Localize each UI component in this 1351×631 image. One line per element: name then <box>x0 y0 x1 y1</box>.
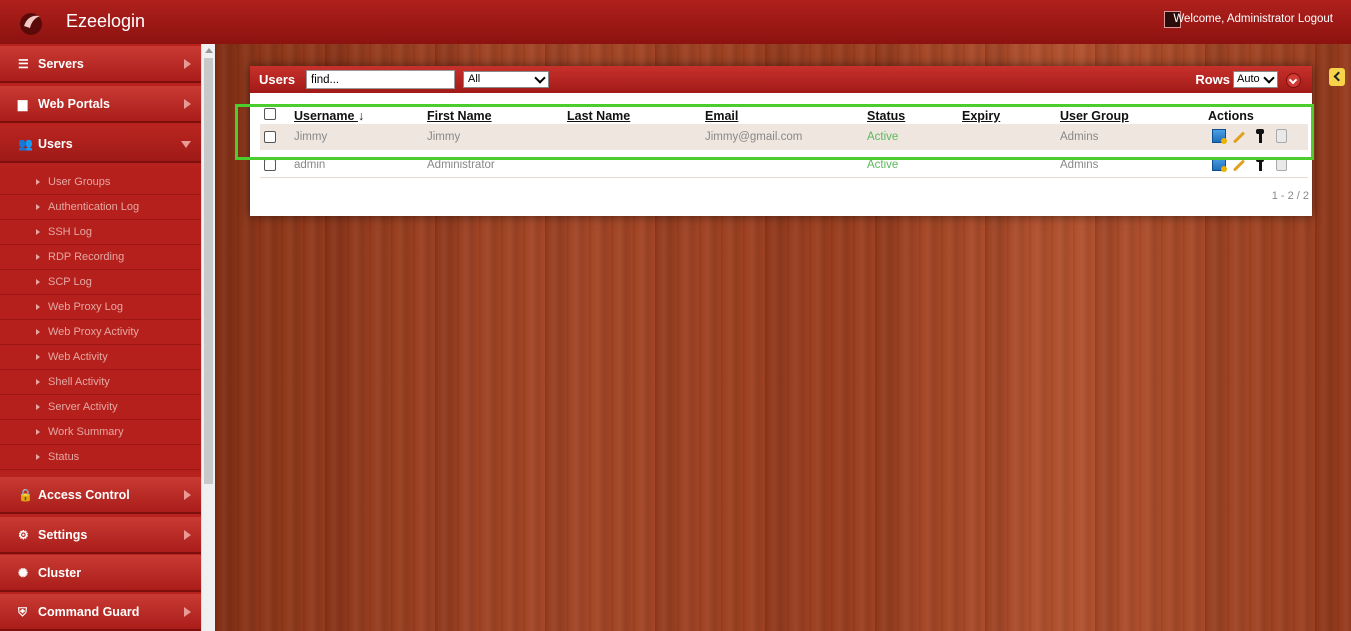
sidebar: ☰ Servers ▆ Web Portals 👥 Users User Gro… <box>0 44 201 631</box>
sidebar-item-users[interactable]: 👥 Users <box>0 126 201 163</box>
sidebar-item-access-control[interactable]: 🔒 Access Control <box>0 477 201 514</box>
logout-link[interactable]: Logout <box>1298 13 1333 25</box>
bullet-icon <box>36 254 40 260</box>
sidebar-item-label: Cluster <box>38 566 82 580</box>
bullet-icon <box>36 379 40 385</box>
bullet-icon <box>36 204 40 210</box>
sidebar-item-cluster[interactable]: ✺ Cluster <box>0 555 201 592</box>
rows-label: Rows <box>1195 72 1230 87</box>
welcome-area: Welcome, Administrator Logout <box>1173 13 1333 25</box>
bullet-icon <box>36 229 40 235</box>
sidebar-item-label: Servers <box>38 57 84 71</box>
collapse-sidebar-icon[interactable] <box>1329 68 1345 86</box>
sidebar-subitem-work-summary[interactable]: Work Summary <box>0 420 201 445</box>
search-input[interactable] <box>306 70 455 89</box>
bullet-icon <box>36 279 40 285</box>
sidebar-item-command-guard[interactable]: ⛨ Command Guard <box>0 594 201 631</box>
chevron-right-icon <box>184 59 191 69</box>
grid-icon: ▆ <box>18 97 28 111</box>
users-submenu: User Groups Authentication Log SSH Log R… <box>0 167 201 472</box>
top-bar: Ezeelogin Welcome, Administrator Logout <box>0 0 1351 44</box>
sidebar-subitem-web-proxy-activity[interactable]: Web Proxy Activity <box>0 320 201 345</box>
chevron-down-icon <box>181 141 191 148</box>
bullet-icon <box>36 404 40 410</box>
filter-select[interactable]: All <box>463 71 549 88</box>
sidebar-item-web-portals[interactable]: ▆ Web Portals <box>0 86 201 123</box>
sidebar-item-label: Users <box>38 137 73 151</box>
sidebar-item-settings[interactable]: ⚙ Settings <box>0 517 201 554</box>
cell-first-name: Administrator <box>427 159 495 171</box>
sidebar-subitem-server-activity[interactable]: Server Activity <box>0 395 201 420</box>
chevron-right-icon <box>184 99 191 109</box>
edit-pencil-icon[interactable] <box>1232 159 1246 172</box>
bullet-icon <box>36 179 40 185</box>
sidebar-subitem-web-proxy-log[interactable]: Web Proxy Log <box>0 295 201 320</box>
sidebar-subitem-status[interactable]: Status <box>0 445 201 470</box>
row-checkbox[interactable] <box>264 159 276 171</box>
sidebar-subitem-shell-activity[interactable]: Shell Activity <box>0 370 201 395</box>
pagination-info: 1 - 2 / 2 <box>1271 190 1309 202</box>
sidebar-subitem-user-groups[interactable]: User Groups <box>0 170 201 195</box>
sidebar-subitem-scp-log[interactable]: SCP Log <box>0 270 201 295</box>
sidebar-item-label: Command Guard <box>38 605 140 619</box>
bullet-icon <box>36 354 40 360</box>
bullet-icon <box>36 454 40 460</box>
sidebar-subitem-ssh-log[interactable]: SSH Log <box>0 220 201 245</box>
cluster-icon: ✺ <box>18 566 29 580</box>
panel-header: Users All Rows Auto <box>250 66 1312 93</box>
bullet-icon <box>36 329 40 335</box>
chevron-down-icon <box>1263 72 1275 84</box>
shield-icon: ⛨ <box>18 605 28 619</box>
list-icon: ☰ <box>18 57 29 71</box>
panel-title: Users <box>259 72 296 87</box>
sidebar-item-label: Web Portals <box>38 97 111 111</box>
selection-highlight <box>235 104 1314 160</box>
chevron-right-icon <box>184 490 191 500</box>
rows-selected-value: Auto <box>1237 73 1260 85</box>
collapse-panel-icon[interactable] <box>1286 73 1301 88</box>
logo-icon <box>20 13 42 35</box>
app-title: Ezeelogin <box>66 11 146 31</box>
rows-select[interactable]: Auto <box>1233 71 1278 88</box>
sidebar-item-servers[interactable]: ☰ Servers <box>0 46 201 83</box>
sidebar-scrollbar[interactable] <box>201 44 215 631</box>
gear-icon: ⚙ <box>18 528 29 542</box>
lock-icon: 🔒 <box>18 488 33 502</box>
scroll-up-icon[interactable] <box>205 48 213 53</box>
scrollbar-thumb[interactable] <box>204 58 213 484</box>
sidebar-subitem-web-activity[interactable]: Web Activity <box>0 345 201 370</box>
sidebar-item-label: Settings <box>38 528 88 542</box>
sidebar-subitem-authentication-log[interactable]: Authentication Log <box>0 195 201 220</box>
bullet-icon <box>36 304 40 310</box>
sidebar-item-label: Access Control <box>38 488 130 502</box>
chevron-right-icon <box>184 530 191 540</box>
welcome-text: Welcome, Administrator <box>1173 13 1295 25</box>
chevron-down-icon <box>534 72 546 84</box>
cell-username: admin <box>294 159 326 171</box>
cell-status: Active <box>867 159 899 171</box>
cell-user-group: Admins <box>1060 159 1099 171</box>
users-icon: 👥 <box>18 137 33 151</box>
sidebar-subitem-rdp-recording[interactable]: RDP Recording <box>0 245 201 270</box>
filter-selected-value: All <box>468 73 481 85</box>
chevron-right-icon <box>184 607 191 617</box>
bullet-icon <box>36 429 40 435</box>
